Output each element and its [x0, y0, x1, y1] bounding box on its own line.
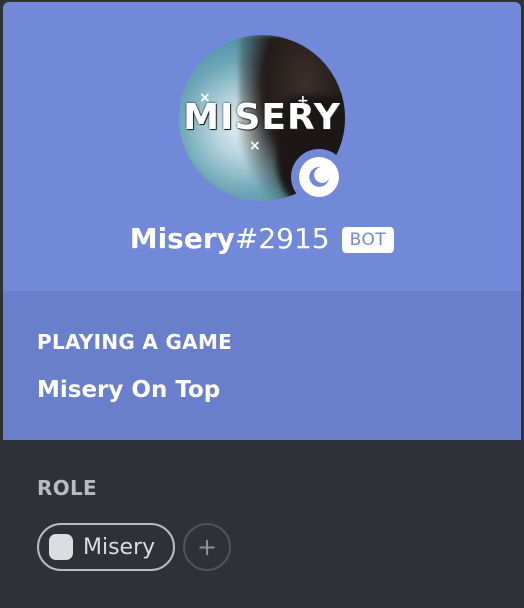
role-color-icon [49, 534, 73, 560]
game-name: Misery On Top [37, 377, 221, 403]
username[interactable]: Misery#2915 [130, 222, 330, 255]
bot-tag: BOT [341, 226, 395, 253]
discriminator: #2915 [234, 222, 330, 255]
activity-section [3, 291, 521, 440]
role-heading: ROLE [37, 476, 98, 500]
activity-heading: PLAYING A GAME [37, 330, 233, 354]
username-text: Misery [129, 222, 235, 255]
username-row: Misery#2915 BOT [0, 222, 524, 255]
add-role-button[interactable]: + [183, 523, 231, 571]
idle-moon-icon [299, 157, 339, 197]
sparkle-icon: × [249, 138, 261, 154]
user-profile-popout: × + × MISERY Misery#2915 BOT PLAYING A G… [0, 0, 524, 608]
role-name: Misery [83, 534, 156, 560]
avatar-logo-text: MISERY [183, 97, 341, 138]
role-pill[interactable]: Misery [37, 523, 176, 571]
